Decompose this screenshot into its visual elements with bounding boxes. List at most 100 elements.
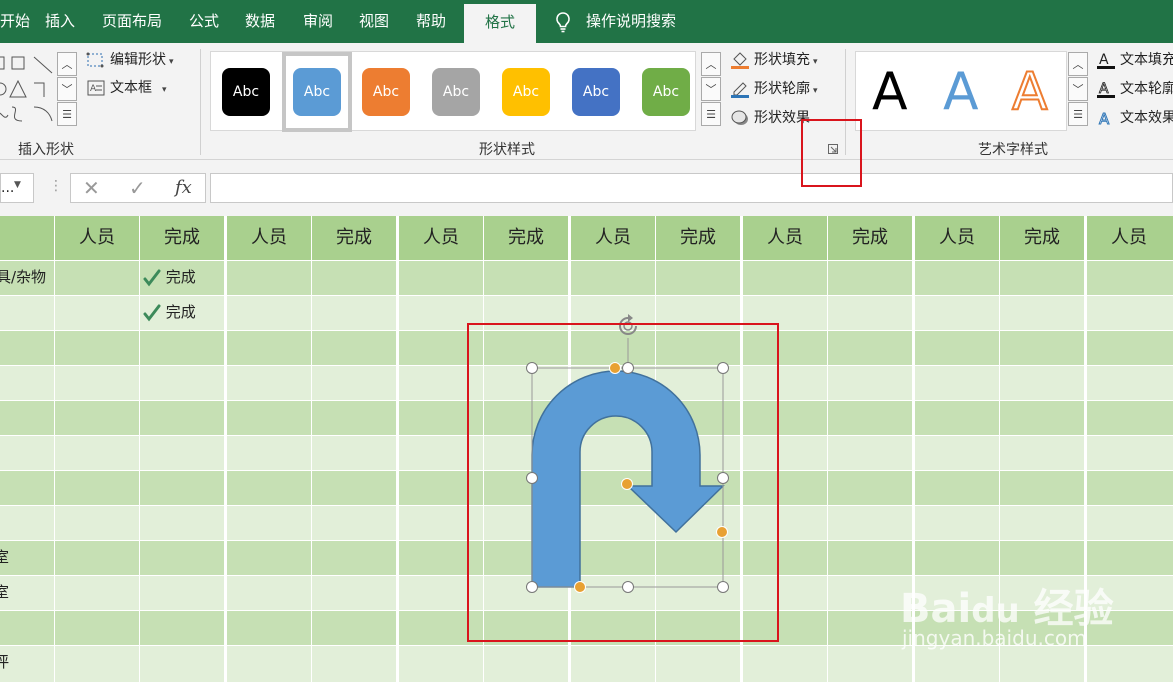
name-box-value: ... xyxy=(1,180,15,196)
row-label: 评 xyxy=(0,653,10,671)
shape-style-swatch[interactable]: Abc xyxy=(351,52,421,132)
group-label-wordart-styles: 艺术字样式 xyxy=(978,142,1048,158)
shape-outline-button[interactable]: 形状轮廓 ▾ xyxy=(730,77,818,101)
text-outline-icon: A xyxy=(1097,81,1115,98)
swatch-green: Abc xyxy=(642,68,690,116)
confirm-icon[interactable]: ✓ xyxy=(129,174,146,202)
wordart-style-black[interactable]: A xyxy=(872,60,908,124)
shape-style-swatch[interactable]: Abc xyxy=(631,52,701,132)
styles-gallery-up-button[interactable]: ︿ xyxy=(701,52,721,76)
tab-insert[interactable]: 插入 xyxy=(45,0,75,43)
svg-text:A: A xyxy=(1099,110,1110,127)
tab-home[interactable]: 开始 xyxy=(0,0,30,43)
text-outline-label: 文本轮廓 xyxy=(1120,81,1173,97)
wordart-gallery-up-button[interactable]: ︿ xyxy=(1068,52,1088,76)
header-cell: 完成 xyxy=(680,227,716,248)
shape-gallery-down-button[interactable]: ﹀ xyxy=(57,77,77,101)
tab-review[interactable]: 审阅 xyxy=(303,0,333,43)
row-label: 室 xyxy=(0,548,10,566)
swatch-dark-blue: Abc xyxy=(572,68,620,116)
text-effects-button[interactable]: A 文本效果 xyxy=(1096,106,1173,130)
watermark-url: jingyan.baidu.com xyxy=(902,626,1087,650)
header-cell: 完成 xyxy=(1024,227,1060,248)
text-box-button[interactable]: A 文本框 ▾ xyxy=(86,76,167,100)
header-cell: 完成 xyxy=(336,227,372,248)
svg-text:A: A xyxy=(1099,52,1109,68)
header-cell: 人员 xyxy=(79,227,115,248)
group-label-insert-shapes: 插入形状 xyxy=(18,142,74,158)
tab-data[interactable]: 数据 xyxy=(245,0,275,43)
header-cell: 完成 xyxy=(164,227,200,248)
swatch-orange: Abc xyxy=(362,68,410,116)
wordart-style-blue[interactable]: A xyxy=(943,60,979,124)
text-effects-label: 文本效果 xyxy=(1120,110,1173,126)
grid-line xyxy=(224,216,227,682)
swatch-black: Abc xyxy=(222,68,270,116)
table-row xyxy=(0,645,1173,680)
shape-fill-label: 形状填充 xyxy=(754,52,810,68)
tab-formulas[interactable]: 公式 xyxy=(189,0,219,43)
shape-style-swatch[interactable]: Abc xyxy=(421,52,491,132)
shape-effects-icon xyxy=(731,110,748,125)
swatch-blue: Abc xyxy=(293,68,341,116)
shape-gallery-more-button[interactable]: ☰ xyxy=(57,102,77,126)
text-fill-icon: A xyxy=(1097,52,1115,69)
tab-help[interactable]: 帮助 xyxy=(416,0,446,43)
header-cell: 人员 xyxy=(423,227,459,248)
header-cell: 人员 xyxy=(595,227,631,248)
shape-style-swatch-selected[interactable]: Abc xyxy=(282,52,352,132)
edit-shape-icon xyxy=(86,52,104,68)
row-label: 具/杂物 xyxy=(0,268,47,286)
header-cell: 人员 xyxy=(1111,227,1147,248)
formula-bar-splitter-icon[interactable]: ⋮ xyxy=(49,178,63,194)
swatch-gold: Abc xyxy=(502,68,550,116)
highlight-box xyxy=(801,119,862,187)
formula-bar: ... ▼ ⋮ ✕ ✓ fx xyxy=(0,160,1173,216)
swatch-gray: Abc xyxy=(432,68,480,116)
ribbon-tab-bar: 开始 插入 页面布局 公式 数据 审阅 视图 帮助 格式 操作说明搜索 xyxy=(0,0,1173,47)
wordart-gallery-more-button[interactable]: ☰ xyxy=(1068,102,1088,126)
shape-style-swatch[interactable]: Abc xyxy=(211,52,281,132)
header-cell: 完成 xyxy=(852,227,888,248)
edit-shape-label: 编辑形状 xyxy=(110,52,166,68)
header-cell: 人员 xyxy=(251,227,287,248)
header-cell: 完成 xyxy=(508,227,544,248)
checkmark-icon xyxy=(143,269,161,286)
done-cell: 完成 xyxy=(143,295,196,330)
shape-gallery-up-button[interactable]: ︿ xyxy=(57,52,77,76)
formula-input[interactable] xyxy=(210,173,1173,203)
tab-page-layout[interactable]: 页面布局 xyxy=(102,0,162,43)
chevron-down-icon: ▾ xyxy=(813,86,818,96)
shape-gallery[interactable] xyxy=(0,51,58,129)
done-label: 完成 xyxy=(165,303,196,321)
cancel-icon[interactable]: ✕ xyxy=(83,174,100,202)
insert-function-icon[interactable]: fx xyxy=(175,174,192,202)
shape-style-swatch[interactable]: Abc xyxy=(561,52,631,132)
chevron-down-icon: ▾ xyxy=(813,57,818,67)
group-separator xyxy=(200,49,201,155)
shape-effects-button[interactable]: 形状效果 xyxy=(730,106,810,130)
svg-text:A: A xyxy=(1099,81,1109,97)
header-cell: 人员 xyxy=(767,227,803,248)
text-outline-button[interactable]: A 文本轮廓 xyxy=(1096,77,1173,101)
styles-gallery-down-button[interactable]: ﹀ xyxy=(701,77,721,101)
done-label: 完成 xyxy=(165,268,196,286)
worksheet-grid[interactable]: 人员 完成 人员 完成 人员 完成 人员 完成 人员 完成 人员 完成 人员 具… xyxy=(0,216,1173,682)
grid-line xyxy=(139,216,140,682)
edit-shape-button[interactable]: 编辑形状 ▾ xyxy=(86,48,174,72)
tell-me-search[interactable]: 操作说明搜索 xyxy=(586,0,676,43)
shape-style-swatch[interactable]: Abc xyxy=(491,52,561,132)
tab-format[interactable]: 格式 xyxy=(464,4,536,47)
shape-styles-gallery: Abc Abc Abc Abc Abc Abc Abc xyxy=(210,51,696,132)
text-fill-button[interactable]: A 文本填充 xyxy=(1096,48,1173,72)
tab-view[interactable]: 视图 xyxy=(359,0,389,43)
wordart-gallery-down-button[interactable]: ﹀ xyxy=(1068,77,1088,101)
chevron-down-icon: ▾ xyxy=(169,57,174,67)
paint-bucket-icon xyxy=(731,52,749,69)
shape-fill-button[interactable]: 形状填充 ▾ xyxy=(730,48,818,72)
row-label: 室 xyxy=(0,583,10,601)
chevron-down-icon[interactable]: ▼ xyxy=(14,180,21,190)
styles-gallery-more-button[interactable]: ☰ xyxy=(701,102,721,126)
svg-text:A: A xyxy=(90,84,97,94)
wordart-style-orange-outline[interactable]: A xyxy=(1011,60,1049,124)
